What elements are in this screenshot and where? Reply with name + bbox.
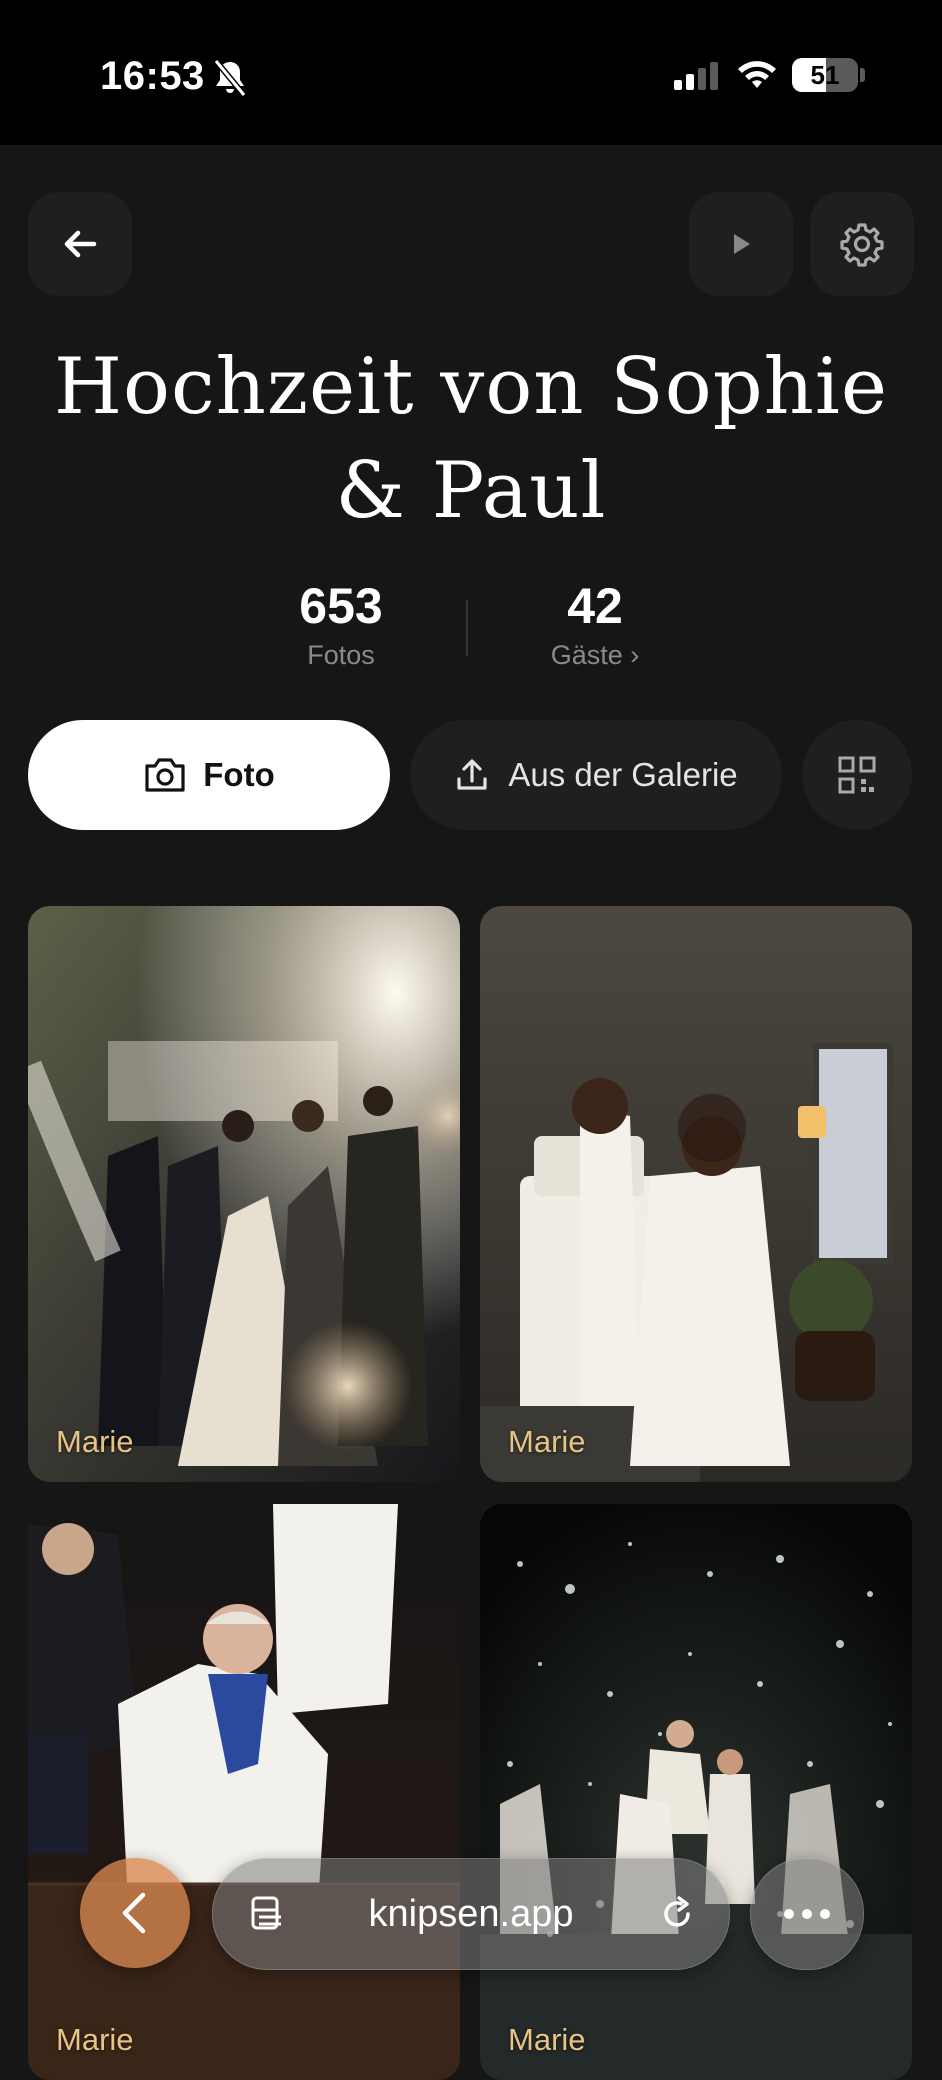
- arrow-left-icon: [64, 230, 97, 258]
- guests-stat[interactable]: 42 Gäste ›: [495, 574, 695, 672]
- stats-divider: [466, 600, 468, 656]
- photo-author: Marie: [508, 2022, 586, 2057]
- cellular-signal-icon: [674, 62, 718, 90]
- camera-icon: [145, 758, 185, 792]
- play-icon: [734, 234, 750, 254]
- wifi-icon: [738, 61, 776, 88]
- photo-author: Marie: [56, 2022, 134, 2057]
- guests-count: 42: [567, 578, 623, 634]
- photo-author: Marie: [56, 1424, 134, 1459]
- url-text: knipsen.app: [368, 1893, 574, 1935]
- upload-icon: [457, 759, 487, 790]
- photos-label: Fotos: [307, 640, 375, 670]
- settings-button[interactable]: [810, 192, 914, 296]
- photo-tile[interactable]: Marie: [28, 1504, 460, 2080]
- upload-from-gallery-label: Aus der Galerie: [508, 756, 738, 793]
- photo-tile[interactable]: Marie: [480, 906, 912, 1482]
- upload-from-gallery-button[interactable]: Aus der Galerie: [410, 720, 782, 830]
- qr-code-button[interactable]: [802, 720, 912, 830]
- bell-slash-icon: [213, 59, 247, 97]
- photo-image: [480, 1504, 912, 2080]
- battery-label: 51: [810, 60, 840, 90]
- photo-tile[interactable]: Marie: [480, 1504, 912, 2080]
- reload-icon[interactable]: [657, 1894, 697, 1934]
- take-photo-label: Foto: [203, 756, 275, 793]
- photo-tile[interactable]: Marie: [28, 906, 460, 1482]
- status-bar: 16:53 51: [0, 0, 942, 145]
- browser-more-button[interactable]: [750, 1858, 864, 1970]
- take-photo-button[interactable]: Foto: [28, 720, 390, 830]
- qr-code-icon: [838, 756, 876, 794]
- battery-icon: 51: [792, 58, 858, 92]
- back-button[interactable]: [28, 192, 132, 296]
- chevron-left-icon: [122, 1892, 146, 1934]
- ellipsis-icon: [784, 1909, 830, 1919]
- photo-image: [480, 906, 912, 1482]
- guests-label: Gäste ›: [550, 640, 640, 670]
- slideshow-button[interactable]: [689, 192, 793, 296]
- photo-image: [28, 1504, 460, 2080]
- battery-cap: [860, 68, 865, 82]
- photos-stat: 653 Fotos: [241, 574, 441, 672]
- page-title: Hochzeit von Sophie & Paul: [54, 342, 888, 536]
- address-bar[interactable]: knipsen.app: [212, 1858, 730, 1970]
- photo-image: [28, 906, 460, 1482]
- photo-author: Marie: [508, 1424, 586, 1459]
- photos-count: 653: [299, 578, 383, 634]
- status-time: 16:53: [100, 54, 205, 98]
- gear-icon: [840, 223, 884, 267]
- browser-back-button[interactable]: [80, 1858, 190, 1968]
